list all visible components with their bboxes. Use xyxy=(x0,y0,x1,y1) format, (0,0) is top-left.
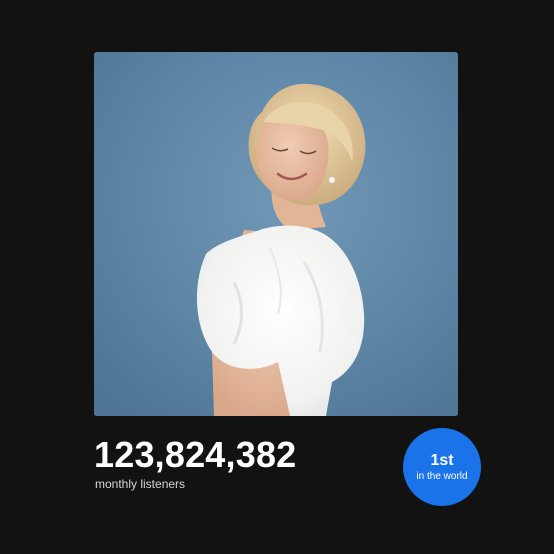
rank-label: in the world xyxy=(416,470,468,482)
artist-photo xyxy=(94,52,458,416)
monthly-listeners-count: 123,824,382 xyxy=(94,434,297,475)
rank-value: 1st xyxy=(430,451,454,469)
world-rank-badge: 1st in the world xyxy=(403,428,481,506)
artist-stats-card: 123,824,382 monthly listeners 1st in the… xyxy=(0,0,554,554)
monthly-listeners-label: monthly listeners xyxy=(95,477,186,491)
artist-portrait-image xyxy=(94,52,458,416)
